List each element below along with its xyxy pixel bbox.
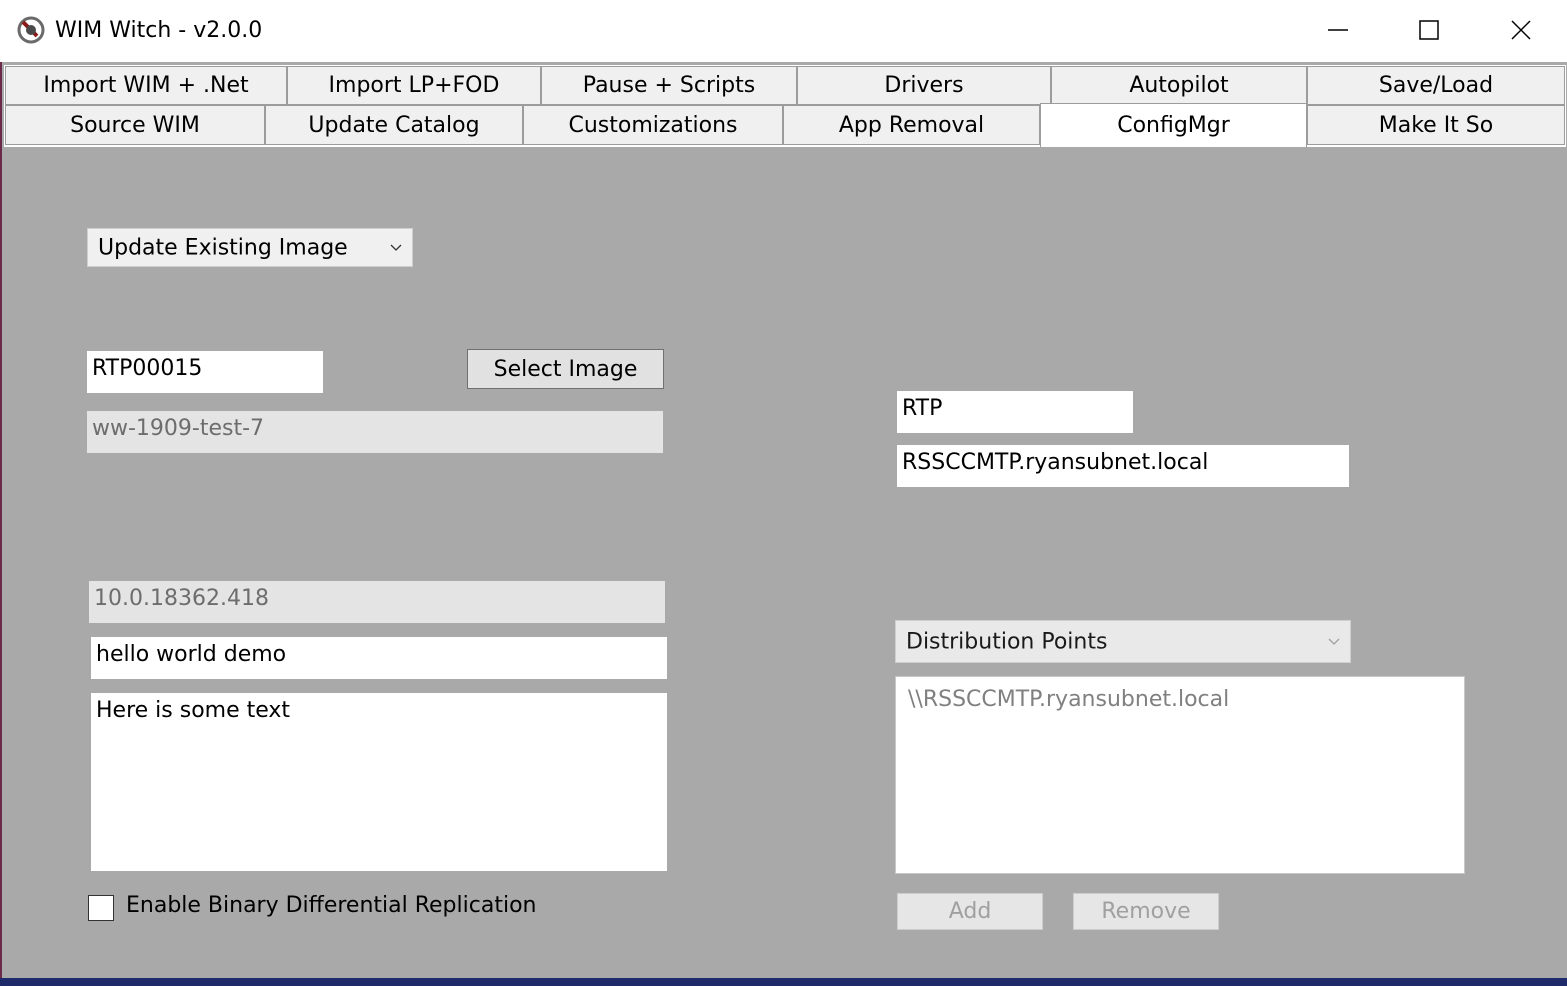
tab-drivers[interactable]: Drivers <box>797 66 1051 105</box>
version-value: 10.0.18362.418 <box>94 586 269 611</box>
dp-type-dropdown[interactable]: Distribution Points <box>895 620 1351 663</box>
image-type-value: Update Existing Image <box>98 235 348 260</box>
image-notes-textarea[interactable]: Here is some text <box>91 693 667 871</box>
tab-app-removal[interactable]: App Removal <box>783 105 1040 145</box>
tab-pause-scripts[interactable]: Pause + Scripts <box>541 66 797 105</box>
minimize-icon <box>1328 29 1348 31</box>
dp-listbox[interactable]: \\RSSCCMTP.ryansubnet.local <box>895 676 1465 874</box>
dp-type-value: Distribution Points <box>906 629 1108 654</box>
site-server-input[interactable]: RSSCCMTP.ryansubnet.local <box>897 445 1349 487</box>
window-title: WIM Witch - v2.0.0 <box>55 18 263 43</box>
tab-customizations[interactable]: Customizations <box>523 105 783 145</box>
tab-save-load[interactable]: Save/Load <box>1307 66 1565 105</box>
add-dp-button[interactable]: Add <box>897 893 1043 930</box>
binary-diff-replication-label[interactable]: Enable Binary Differential Replication <box>126 893 536 918</box>
tab-strip: Import WIM + .Net Import LP+FOD Pause + … <box>4 65 1566 147</box>
tab-import-wim-net[interactable]: Import WIM + .Net <box>5 66 287 105</box>
image-type-dropdown[interactable]: Update Existing Image <box>87 228 413 267</box>
image-description-input[interactable]: hello world demo <box>91 637 667 679</box>
tab-source-wim[interactable]: Source WIM <box>5 105 265 145</box>
tab-autopilot[interactable]: Autopilot <box>1051 66 1307 105</box>
site-server-value: RSSCCMTP.ryansubnet.local <box>902 450 1209 475</box>
image-notes-value: Here is some text <box>96 698 291 723</box>
minimize-button[interactable] <box>1292 0 1384 60</box>
chevron-down-icon <box>1328 638 1340 645</box>
chevron-down-icon <box>390 244 402 251</box>
wim-witch-app-icon <box>17 16 45 44</box>
binary-diff-replication-checkbox[interactable] <box>88 895 114 921</box>
package-id-input[interactable]: RTP00015 <box>87 351 323 393</box>
image-name-field: ww-1909-test-7 <box>87 411 663 453</box>
package-id-value: RTP00015 <box>92 356 203 381</box>
dp-list-item[interactable]: \\RSSCCMTP.ryansubnet.local <box>908 687 1229 712</box>
image-description-value: hello world demo <box>96 642 287 667</box>
version-field: 10.0.18362.418 <box>89 581 665 623</box>
tab-import-lp-fod[interactable]: Import LP+FOD <box>287 66 541 105</box>
select-image-button[interactable]: Select Image <box>467 349 664 389</box>
tab-update-catalog[interactable]: Update Catalog <box>265 105 523 145</box>
background-window-strip <box>0 978 1567 986</box>
remove-dp-button[interactable]: Remove <box>1073 893 1219 930</box>
close-icon <box>1511 20 1531 40</box>
image-name-value: ww-1909-test-7 <box>92 416 265 441</box>
maximize-icon <box>1419 20 1439 40</box>
title-bar[interactable]: WIM Witch - v2.0.0 <box>0 0 1567 62</box>
site-code-input[interactable]: RTP <box>897 391 1133 433</box>
maximize-button[interactable] <box>1383 0 1475 60</box>
app-window: WIM Witch - v2.0.0 Import WIM + .Net Imp… <box>0 0 1567 986</box>
tab-configmgr[interactable]: ConfigMgr <box>1040 103 1307 147</box>
site-code-value: RTP <box>902 396 943 421</box>
close-button[interactable] <box>1475 0 1567 60</box>
tab-make-it-so[interactable]: Make It So <box>1307 105 1565 145</box>
